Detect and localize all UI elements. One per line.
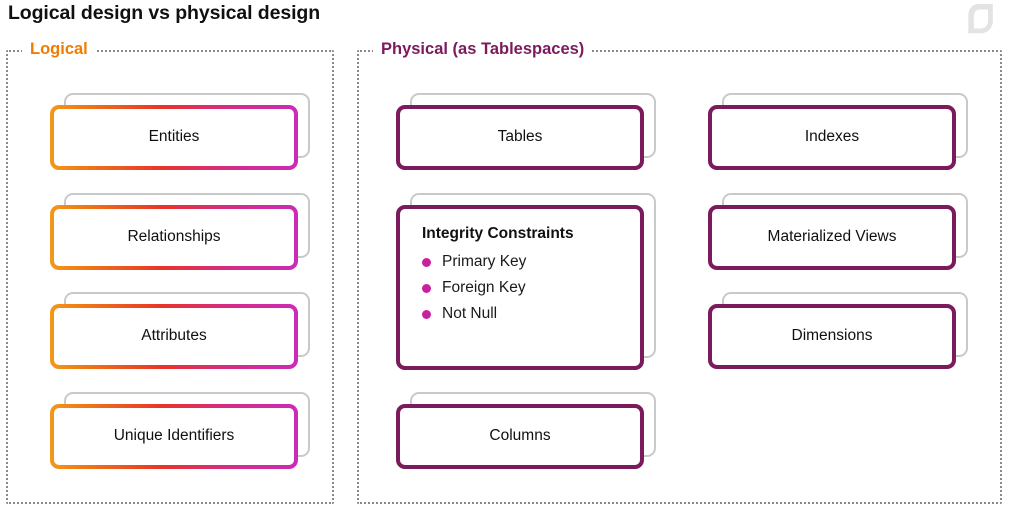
- card-front: Relationships: [50, 205, 298, 270]
- card-label: Integrity Constraints: [422, 225, 574, 242]
- list-item: Foreign Key: [422, 275, 640, 301]
- card-integrity-constraints[interactable]: Integrity Constraints Primary Key Foreig…: [396, 193, 656, 370]
- card-front: Entities: [50, 105, 298, 170]
- card-label: Unique Identifiers: [113, 427, 235, 445]
- list-item: Primary Key: [422, 249, 640, 275]
- card-relationships[interactable]: Relationships: [50, 193, 310, 270]
- bullet-icon: [422, 309, 431, 319]
- card-front: Columns: [396, 404, 644, 469]
- list-item-label: Foreign Key: [442, 279, 526, 296]
- card-columns[interactable]: Columns: [396, 392, 656, 469]
- card-front: Indexes: [708, 105, 956, 170]
- panel-physical-label: Physical (as Tablespaces): [373, 39, 593, 59]
- card-front: Unique Identifiers: [50, 404, 298, 469]
- card-front: Integrity Constraints Primary Key Foreig…: [396, 205, 644, 370]
- card-label: Dimensions: [791, 327, 873, 345]
- card-materialized-views[interactable]: Materialized Views: [708, 193, 968, 270]
- card-label: Tables: [497, 128, 543, 146]
- card-indexes[interactable]: Indexes: [708, 93, 968, 170]
- card-label: Indexes: [804, 128, 860, 146]
- bullet-icon: [422, 257, 431, 267]
- leaf-logo-watermark-icon: [968, 4, 993, 34]
- card-attributes[interactable]: Attributes: [50, 292, 310, 369]
- card-label: Materialized Views: [767, 228, 897, 246]
- list-item-label: Not Null: [442, 305, 498, 322]
- card-front: Materialized Views: [708, 205, 956, 270]
- bullet-icon: [422, 283, 431, 293]
- card-unique-identifiers[interactable]: Unique Identifiers: [50, 392, 310, 469]
- card-entities[interactable]: Entities: [50, 93, 310, 170]
- card-front: Dimensions: [708, 304, 956, 369]
- card-label: Attributes: [141, 327, 207, 345]
- list-item: Not Null: [422, 301, 640, 327]
- card-dimensions[interactable]: Dimensions: [708, 292, 968, 369]
- card-front: Attributes: [50, 304, 298, 369]
- card-label: Relationships: [127, 228, 221, 246]
- panel-logical-label: Logical: [22, 39, 96, 59]
- card-tables[interactable]: Tables: [396, 93, 656, 170]
- page-title: Logical design vs physical design: [8, 2, 321, 24]
- integrity-constraints-list: Primary Key Foreign Key Not Null: [422, 249, 640, 327]
- card-label: Entities: [148, 128, 200, 146]
- list-item-label: Primary Key: [442, 253, 527, 270]
- card-label: Columns: [489, 427, 551, 445]
- card-front: Tables: [396, 105, 644, 170]
